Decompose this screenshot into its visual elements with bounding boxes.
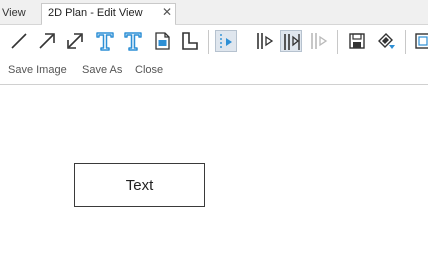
align-left-icon [257, 33, 274, 49]
save-as-button[interactable] [375, 30, 397, 52]
arrow-tool-button[interactable] [36, 30, 58, 52]
close-button[interactable] [413, 30, 428, 52]
close-icon [415, 33, 428, 49]
align-left-button[interactable] [254, 30, 276, 52]
save-as-link[interactable]: Save As [82, 64, 122, 76]
image-icon [155, 32, 170, 50]
toolbar-separator [208, 30, 209, 54]
text-box[interactable]: Text [74, 163, 205, 207]
toolbar-separator [337, 30, 338, 54]
align-right-icon [311, 33, 328, 49]
save-image-icon [349, 33, 365, 49]
align-center-icon [284, 34, 300, 50]
align-center-button[interactable] [280, 30, 302, 52]
save-as-icon [378, 33, 395, 49]
tab-close-icon[interactable]: ✕ [162, 5, 172, 19]
save-image-link[interactable]: Save Image [8, 64, 67, 76]
save-image-button[interactable] [346, 30, 368, 52]
arrow-icon [39, 33, 55, 49]
plan-canvas[interactable] [0, 85, 428, 254]
text-tool-button[interactable] [94, 30, 116, 52]
tab-bar: View 2D Plan - Edit View ✕ [0, 0, 428, 25]
tab-2d-plan-edit-view[interactable]: 2D Plan - Edit View ✕ [41, 3, 176, 25]
text-alt-tool-button[interactable] [122, 30, 144, 52]
dimension-icon [182, 32, 198, 50]
select-pointer-button[interactable] [215, 30, 237, 52]
tab-view[interactable]: View [0, 4, 26, 24]
close-link[interactable]: Close [135, 64, 163, 76]
toolbar-separator [405, 30, 406, 54]
dimension-tool-button[interactable] [179, 30, 201, 52]
text-icon [96, 32, 114, 51]
text-alt-icon [124, 32, 142, 51]
double-arrow-icon [67, 33, 83, 49]
line-icon [11, 33, 27, 49]
align-right-button[interactable] [308, 30, 330, 52]
select-pointer-icon [220, 34, 232, 50]
image-tool-button[interactable] [151, 30, 173, 52]
tab-label: 2D Plan - Edit View [48, 7, 143, 19]
line-tool-button[interactable] [8, 30, 30, 52]
double-arrow-tool-button[interactable] [64, 30, 86, 52]
